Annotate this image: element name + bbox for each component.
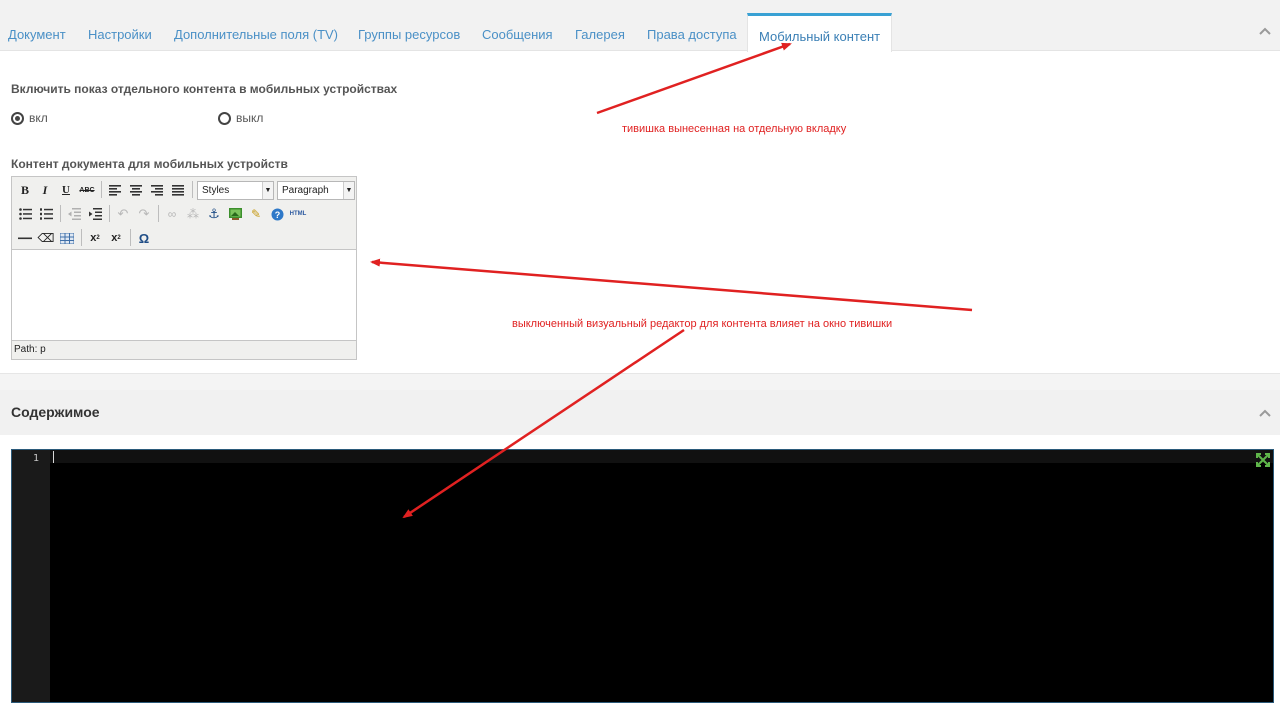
arrow-to-editor [370, 258, 973, 312]
special-char-icon[interactable]: Ω [134, 228, 154, 248]
tab-tv-fields[interactable]: Дополнительные поля (TV) [174, 17, 338, 51]
bullet-list-icon[interactable] [15, 204, 35, 224]
styles-select[interactable]: Styles ▼ [197, 181, 274, 200]
tab-resource-groups[interactable]: Группы ресурсов [358, 17, 460, 51]
active-line-highlight [50, 450, 1273, 463]
radio-off[interactable]: выкл [218, 111, 263, 125]
redo-icon[interactable]: ↷ [134, 204, 154, 224]
indent-icon[interactable] [85, 204, 105, 224]
subscript-icon[interactable]: x2 [85, 228, 105, 248]
radio-on[interactable]: вкл [11, 111, 48, 125]
anchor-icon[interactable]: ⚓ [204, 204, 224, 224]
annotation-editor-note: выключенный визуальный редактор для конт… [512, 318, 893, 330]
section-divider [0, 373, 1280, 390]
line-number-gutter: 1 [12, 450, 50, 702]
numbered-list-icon[interactable] [36, 204, 56, 224]
link-icon[interactable]: ∞ [162, 204, 182, 224]
text-cursor [53, 451, 54, 463]
enable-mobile-label: Включить показ отдельного контента в моб… [11, 82, 398, 96]
toolbar-row-1: B I U ABC Styles ▼ Paragraph ▼ [12, 178, 356, 202]
format-select[interactable]: Paragraph ▼ [277, 181, 355, 200]
radio-off-label: выкл [236, 111, 264, 125]
horizontal-rule-icon[interactable] [15, 228, 35, 248]
toolbar-separator [158, 205, 159, 222]
align-right-icon[interactable] [147, 180, 167, 200]
radio-on-label: вкл [29, 111, 48, 125]
section-title: Содержимое [11, 404, 100, 420]
chevron-up-icon[interactable] [1258, 408, 1272, 418]
table-icon[interactable] [57, 228, 77, 248]
annotation-tab-note: тивишка вынесенная на отдельную вкладку [622, 123, 847, 135]
toolbar-separator [101, 181, 102, 198]
resource-editor-page: Документ Настройки Дополнительные поля (… [0, 0, 1280, 703]
editor-content-area[interactable] [12, 249, 356, 341]
align-justify-icon[interactable] [168, 180, 188, 200]
tab-document[interactable]: Документ [8, 17, 66, 51]
toolbar-row-3: ⌫ x2 x2 Ω [12, 226, 356, 250]
undo-icon[interactable]: ↶ [113, 204, 133, 224]
fullscreen-icon[interactable] [1256, 453, 1270, 467]
outdent-icon[interactable] [64, 204, 84, 224]
rich-text-editor: B I U ABC Styles ▼ Paragraph ▼ ↶ ↷ ∞ ⁂ ⚓… [11, 176, 357, 360]
radio-unchecked-icon [218, 111, 231, 125]
styles-select-value: Styles [202, 185, 230, 196]
toolbar-separator [60, 205, 61, 222]
mobile-content-label: Контент документа для мобильных устройст… [11, 157, 288, 171]
code-editor[interactable]: 1 [11, 449, 1274, 703]
align-left-icon[interactable] [105, 180, 125, 200]
strikethrough-icon[interactable]: ABC [77, 180, 97, 200]
editor-path: Path: p [14, 344, 46, 355]
format-select-value: Paragraph [282, 185, 329, 196]
align-center-icon[interactable] [126, 180, 146, 200]
content-section-header: Содержимое [0, 390, 1280, 435]
line-number: 1 [32, 453, 39, 464]
help-icon[interactable]: ? [267, 204, 287, 224]
tab-messages[interactable]: Сообщения [482, 17, 553, 51]
bold-icon[interactable]: B [15, 180, 35, 200]
tab-gallery[interactable]: Галерея [575, 17, 625, 51]
unlink-icon[interactable]: ⁂ [183, 204, 203, 224]
eraser-icon[interactable]: ⌫ [36, 228, 56, 248]
tab-settings[interactable]: Настройки [88, 17, 152, 51]
dropdown-arrow-icon: ▼ [262, 182, 273, 199]
toolbar-row-2: ↶ ↷ ∞ ⁂ ⚓ ✎ ? HTML [12, 202, 356, 226]
svg-text:?: ? [274, 210, 280, 220]
toolbar-separator [192, 181, 193, 198]
superscript-icon[interactable]: x2 [106, 228, 126, 248]
toolbar-separator [130, 229, 131, 246]
image-icon[interactable] [225, 204, 245, 224]
italic-icon[interactable]: I [35, 180, 55, 200]
underline-icon[interactable]: U [56, 180, 76, 200]
radio-checked-icon [11, 111, 24, 125]
tab-bar: Документ Настройки Дополнительные поля (… [0, 0, 1280, 52]
toolbar-separator [81, 229, 82, 246]
arrow-to-tab [596, 42, 792, 115]
tab-mobile-content[interactable]: Мобильный контент [747, 13, 893, 52]
tab-access-rights[interactable]: Права доступа [647, 17, 737, 51]
cleanup-icon[interactable]: ✎ [246, 204, 266, 224]
chevron-up-icon[interactable] [1258, 26, 1272, 36]
html-source-icon[interactable]: HTML [288, 204, 308, 224]
dropdown-arrow-icon: ▼ [343, 182, 354, 199]
toolbar-separator [109, 205, 110, 222]
